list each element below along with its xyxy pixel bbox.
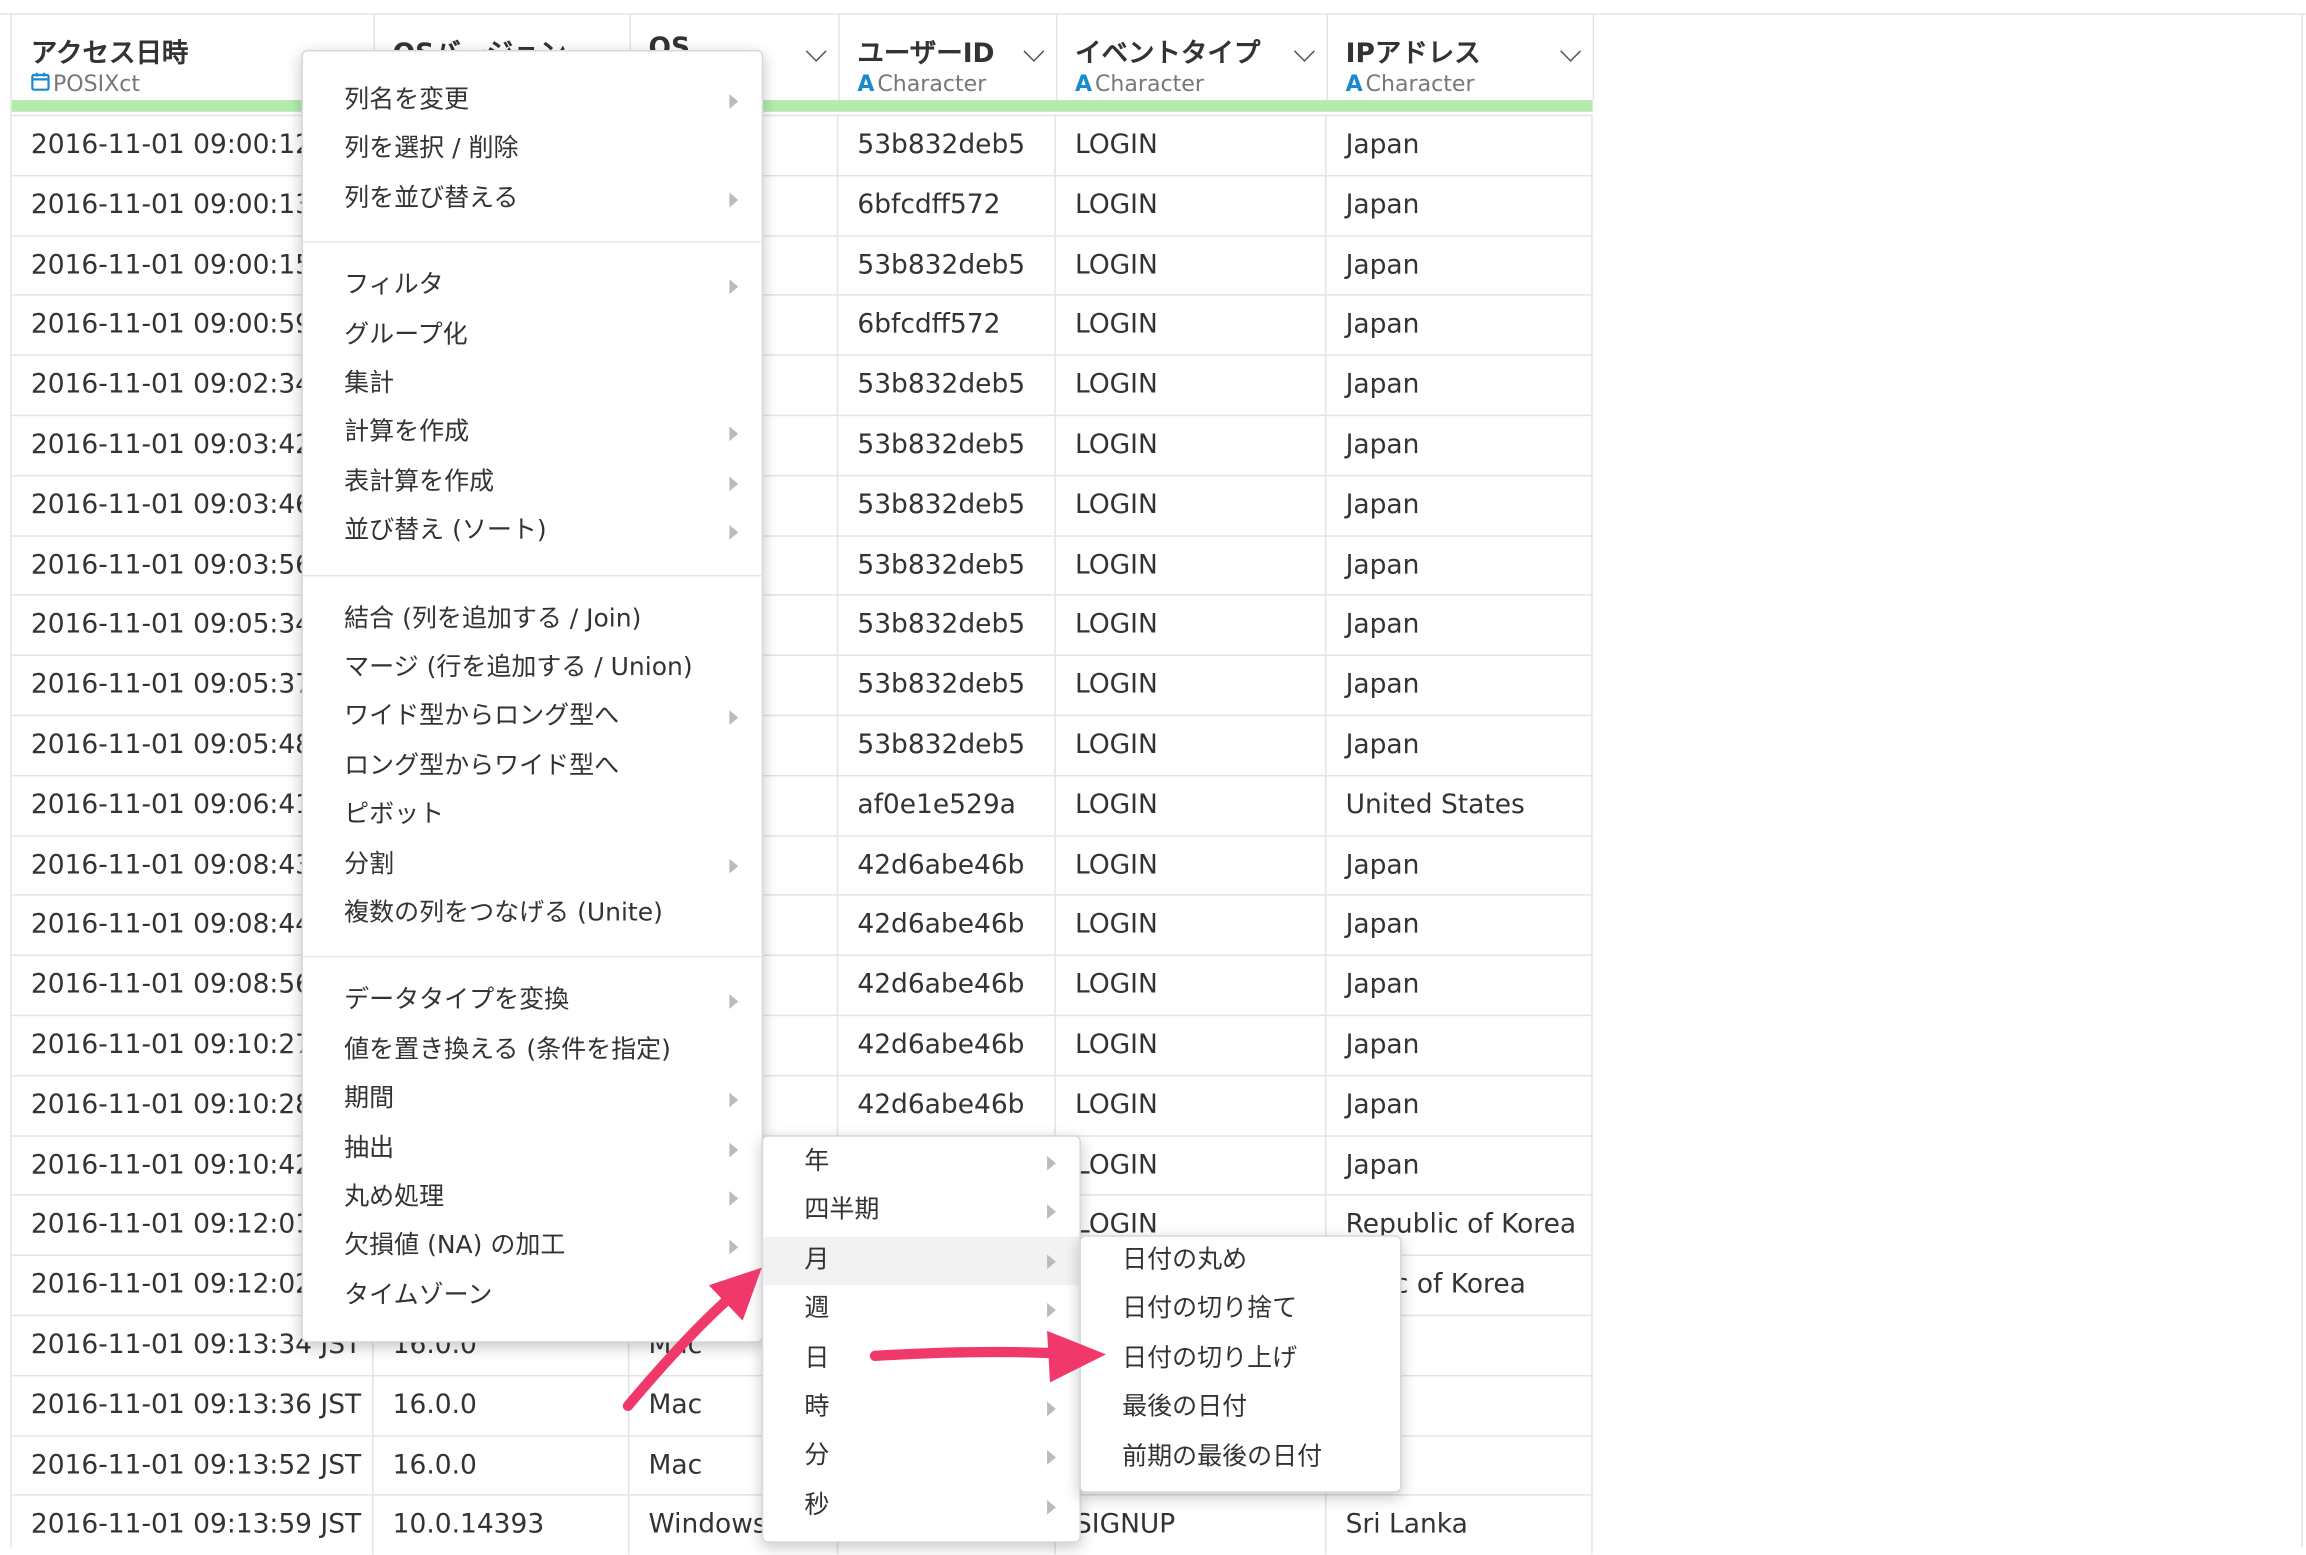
arrow-to-month-item xyxy=(622,1267,762,1412)
arrow-to-round-up-item xyxy=(869,1330,1106,1383)
annotation-arrows xyxy=(622,1267,1106,1412)
app-screen: アクセス日時POSIXctOSバージョンOSerユーザーIDACharacter… xyxy=(0,0,2306,1555)
